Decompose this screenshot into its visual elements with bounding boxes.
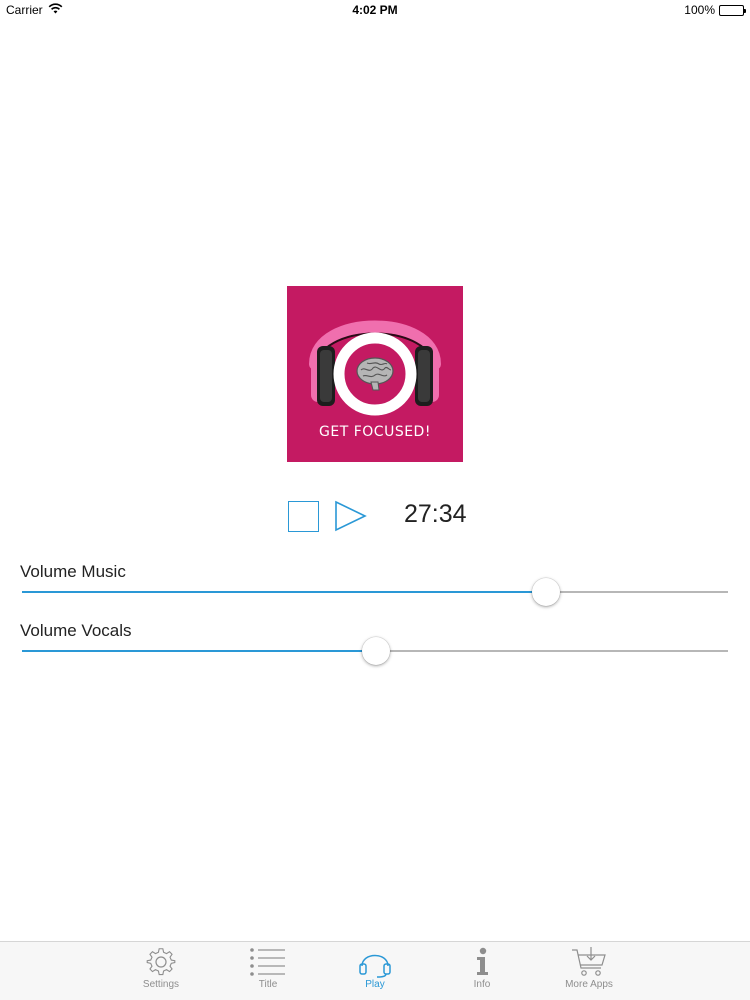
tab-title[interactable]: Title — [215, 942, 322, 1000]
headphones-icon — [358, 946, 392, 978]
album-caption: GET FOCUSED! — [319, 424, 431, 440]
tab-label: Title — [258, 979, 278, 990]
tab-label: Info — [473, 979, 491, 990]
tab-bar: Settings Title Play Info More Apps — [0, 941, 750, 1000]
tab-label: Settings — [142, 979, 180, 990]
tab-settings[interactable]: Settings — [108, 942, 215, 1000]
stop-button[interactable] — [288, 501, 319, 532]
status-bar: Carrier 4:02 PM 100% — [0, 0, 750, 20]
play-icon — [335, 500, 367, 532]
slider-thumb[interactable] — [361, 637, 390, 665]
slider-track-fill — [22, 591, 546, 593]
volume-music-slider[interactable] — [22, 577, 728, 607]
status-time: 4:02 PM — [352, 3, 398, 17]
gear-icon — [145, 946, 177, 978]
tab-play[interactable]: Play — [322, 942, 429, 1000]
list-icon — [249, 946, 287, 978]
tab-label: Play — [365, 979, 385, 990]
playback-time: 27:34 — [404, 500, 467, 528]
album-cover: GET FOCUSED! — [287, 286, 463, 462]
tab-label: More Apps — [565, 979, 613, 990]
tab-info[interactable]: Info — [429, 942, 536, 1000]
play-button[interactable] — [334, 500, 368, 532]
battery-percent: 100% — [684, 3, 715, 17]
tab-more-apps[interactable]: More Apps — [536, 942, 643, 1000]
info-icon — [472, 946, 492, 978]
status-right: 100% — [684, 3, 746, 17]
battery-icon — [719, 4, 746, 16]
slider-thumb[interactable] — [531, 578, 560, 606]
slider-track-fill — [22, 650, 376, 652]
volume-vocals-slider[interactable] — [22, 636, 728, 666]
cart-icon — [571, 946, 607, 978]
